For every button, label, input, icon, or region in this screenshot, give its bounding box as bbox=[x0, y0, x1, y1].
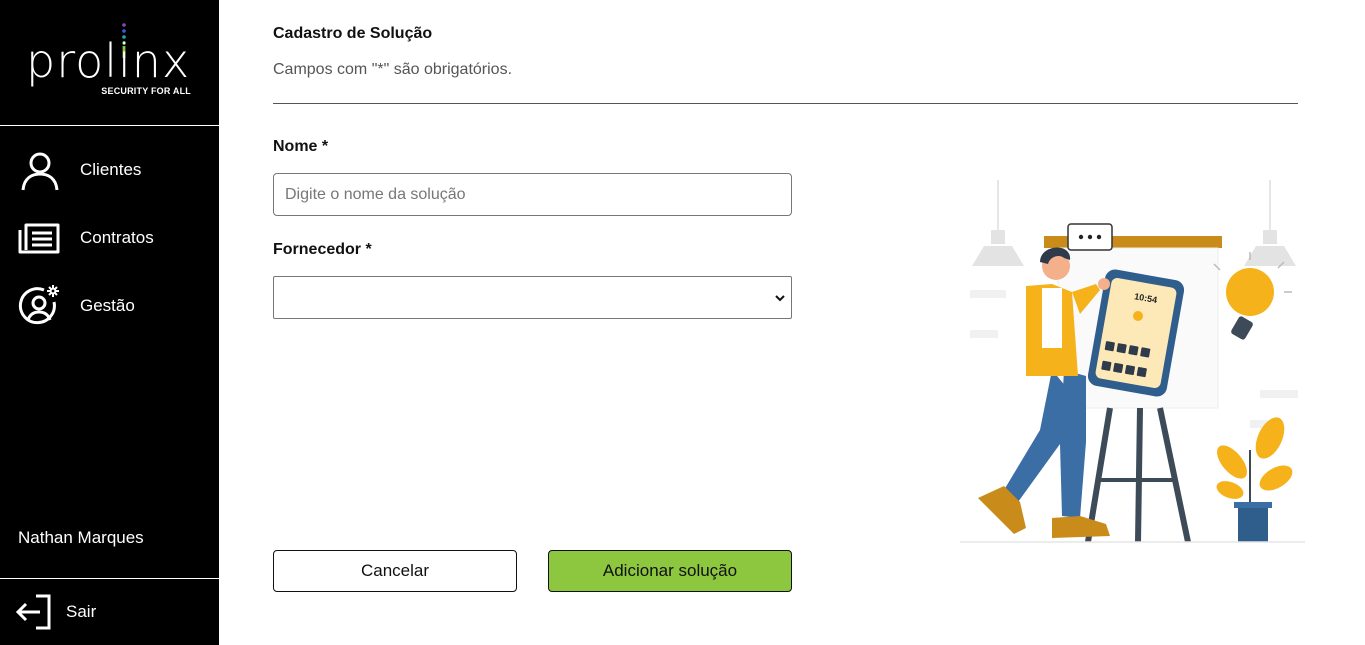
sidebar-item-label: Gestão bbox=[80, 296, 135, 315]
logout-button[interactable]: Sair bbox=[0, 590, 219, 634]
sidebar-item-clientes[interactable]: Clientes bbox=[0, 144, 219, 196]
add-solution-button[interactable]: Adicionar solução bbox=[548, 550, 792, 592]
sidebar-item-label: Clientes bbox=[80, 160, 142, 179]
sidebar-divider-top bbox=[0, 125, 219, 126]
ceiling-lamp-left bbox=[972, 180, 1024, 266]
sidebar-divider-bottom bbox=[0, 578, 219, 579]
required-fields-note: Campos com "*" são obrigatórios. bbox=[273, 61, 513, 78]
user-gear-icon bbox=[18, 285, 59, 325]
supplier-select[interactable] bbox=[273, 276, 792, 319]
logo-tagline: SECURITY FOR ALL bbox=[101, 86, 191, 96]
name-label: Nome * bbox=[273, 138, 329, 155]
potted-plant bbox=[1216, 417, 1293, 542]
logout-label: Sair bbox=[66, 602, 97, 621]
speech-bubble bbox=[1067, 223, 1113, 251]
supplier-label: Fornecedor * bbox=[273, 241, 372, 258]
header-divider bbox=[273, 103, 1298, 104]
ceiling-lamp-right bbox=[1244, 180, 1296, 266]
add-solution-button-label: Adicionar solução bbox=[602, 561, 738, 580]
sidebar-item-gestao[interactable]: Gestão bbox=[0, 280, 219, 332]
sidebar-item-contratos[interactable]: Contratos bbox=[0, 212, 219, 264]
prolinx-logo: prolinx SECURITY FOR ALL bbox=[24, 22, 196, 102]
chevron-down-icon bbox=[775, 295, 785, 302]
logout-icon bbox=[15, 594, 51, 630]
sidebar-item-label: Contratos bbox=[80, 228, 154, 247]
cancel-button-label: Cancelar bbox=[360, 561, 430, 580]
user-name: Nathan Marques bbox=[18, 528, 144, 547]
logo-wordmark: prolinx bbox=[26, 34, 191, 88]
user-icon bbox=[21, 152, 59, 191]
sidebar: prolinx SECURITY FOR ALL Clientes Contra… bbox=[0, 0, 219, 645]
document-list-icon bbox=[18, 223, 60, 254]
cancel-button[interactable]: Cancelar bbox=[273, 550, 517, 592]
solution-name-input[interactable] bbox=[273, 173, 792, 216]
presenter-illustration: 10:54 bbox=[960, 180, 1305, 543]
page-title: Cadastro de Solução bbox=[273, 25, 433, 42]
